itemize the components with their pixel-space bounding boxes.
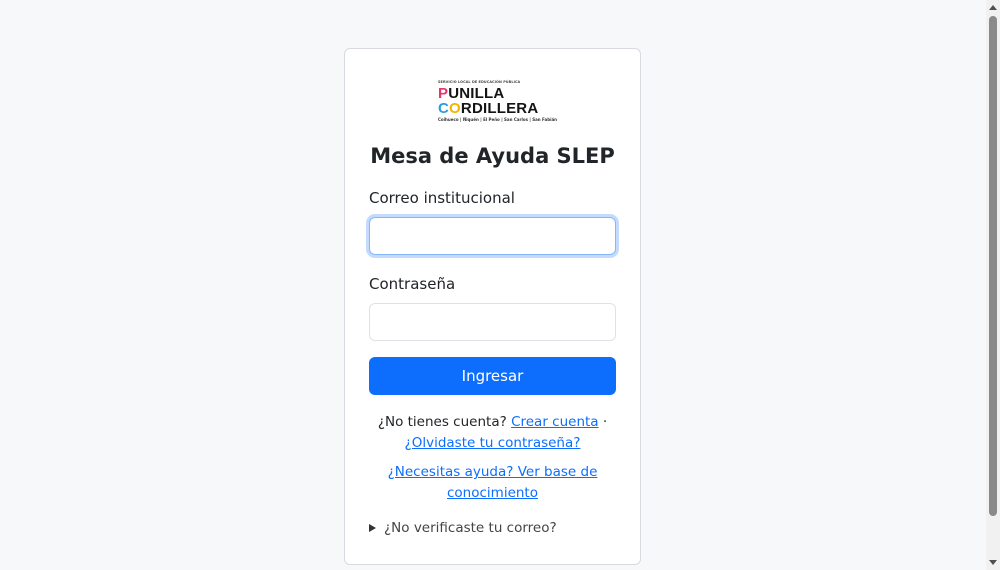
password-label: Contraseña xyxy=(369,275,456,293)
forgot-password-link[interactable]: ¿Olvidaste tu contraseña? xyxy=(405,435,581,451)
verify-email-details[interactable]: ¿No verificaste tu correo? xyxy=(369,520,557,536)
disclosure-triangle-icon xyxy=(369,524,376,532)
logo-communes: Coihueco | Ñiquén | El Peño | San Carlos… xyxy=(438,117,558,122)
help-links: ¿Necesitas ayuda? Ver base de conocimien… xyxy=(369,462,616,504)
create-account-link[interactable]: Crear cuenta xyxy=(511,414,599,430)
email-field[interactable] xyxy=(369,217,616,255)
verify-email-summary: ¿No verificaste tu correo? xyxy=(384,520,557,536)
email-label: Correo institucional xyxy=(369,189,515,207)
page-title: Mesa de Ayuda SLEP xyxy=(370,144,615,168)
login-button[interactable]: Ingresar xyxy=(369,357,616,395)
slep-logo: SERVICIO LOCAL DE EDUCACIÓN PÚBLICA PUNI… xyxy=(438,80,557,124)
scroll-up-arrow-icon[interactable] xyxy=(989,5,997,10)
vertical-scrollbar[interactable] xyxy=(986,0,1000,570)
page: SERVICIO LOCAL DE EDUCACIÓN PÚBLICA PUNI… xyxy=(0,0,1000,570)
logo-line-2-rest: RDILLERA xyxy=(460,100,539,117)
link-separator: · xyxy=(602,414,608,430)
account-links: ¿No tienes cuenta? Crear cuenta · ¿Olvid… xyxy=(369,412,616,454)
logo-tagline: SERVICIO LOCAL DE EDUCACIÓN PÚBLICA xyxy=(438,80,521,84)
scroll-thumb[interactable] xyxy=(989,16,997,516)
password-field[interactable] xyxy=(369,303,616,341)
logo-line-2: CORDILLERA xyxy=(438,100,539,117)
scroll-down-arrow-icon[interactable] xyxy=(989,560,997,565)
no-account-text: ¿No tienes cuenta? xyxy=(377,414,507,430)
knowledge-base-link[interactable]: ¿Necesitas ayuda? Ver base de conocimien… xyxy=(388,464,598,501)
logo-line-1: PUNILLA xyxy=(438,85,505,102)
login-card: SERVICIO LOCAL DE EDUCACIÓN PÚBLICA PUNI… xyxy=(344,48,641,565)
